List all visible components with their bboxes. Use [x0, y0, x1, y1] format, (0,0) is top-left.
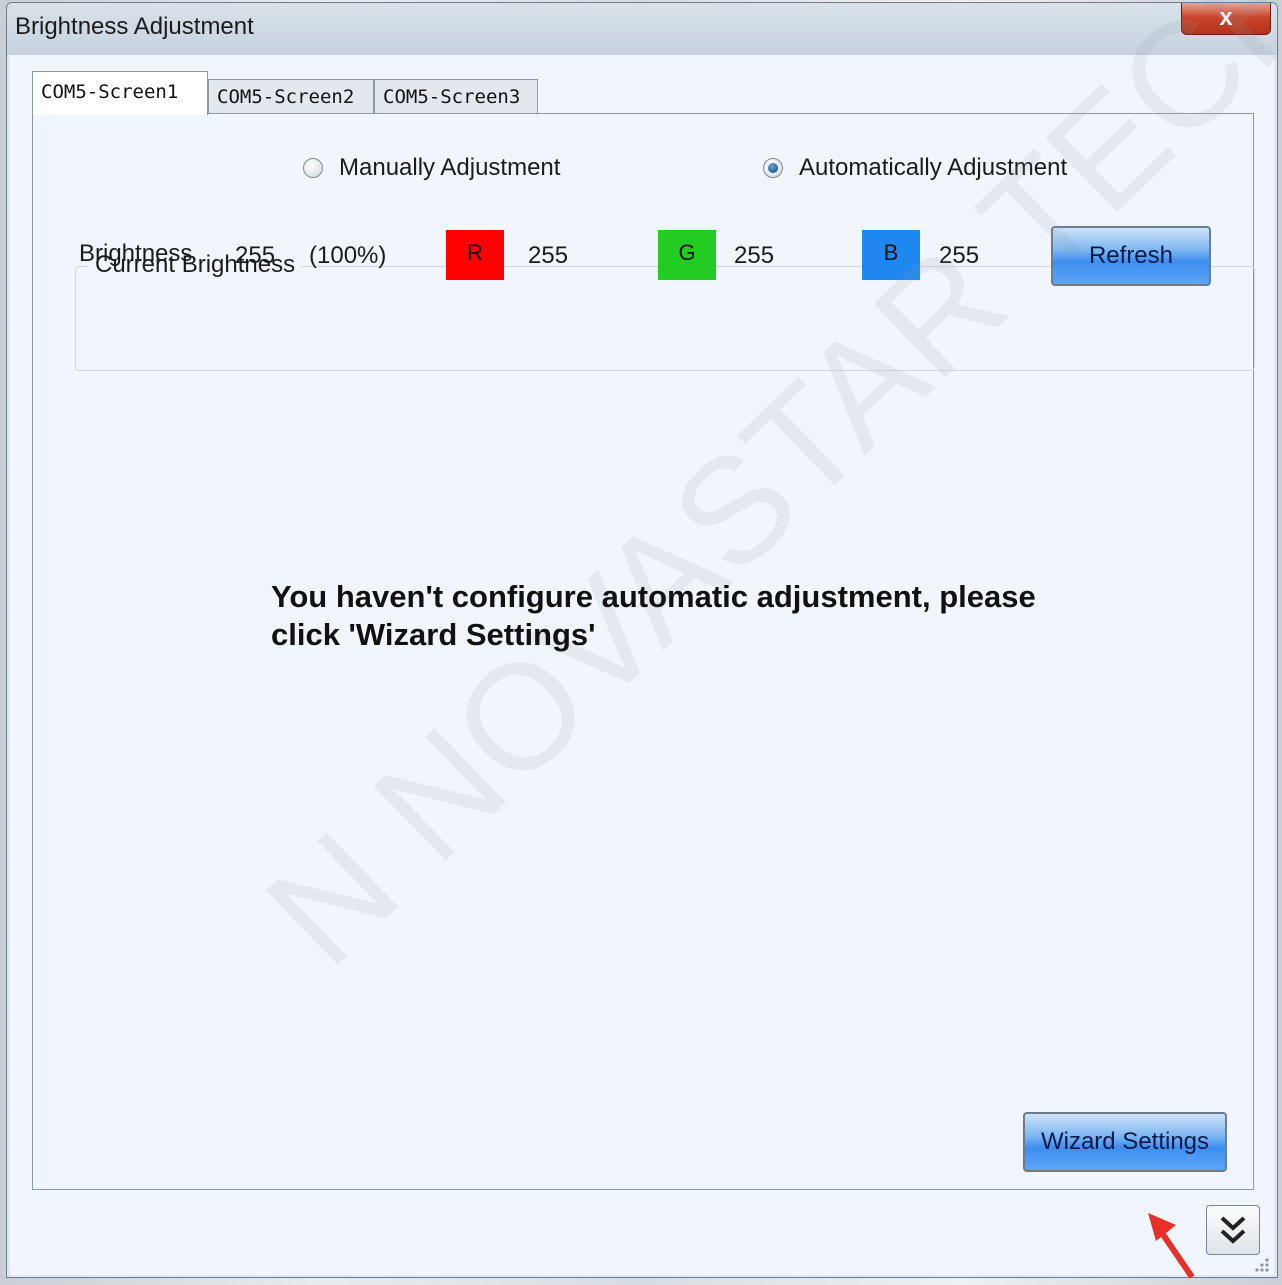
- message-line-2: click 'Wizard Settings': [271, 617, 596, 652]
- red-channel-value: 255: [528, 242, 569, 269]
- brightness-value: 255: [235, 242, 276, 269]
- message-line-1: You haven't configure automatic adjustme…: [271, 579, 1036, 614]
- tab-com5-screen3[interactable]: COM5-Screen3: [374, 79, 538, 113]
- double-chevron-down-icon: [1220, 1216, 1246, 1244]
- client-area: COM5-Screen1 COM5-Screen2 COM5-Screen3 M…: [10, 0, 1282, 1279]
- close-button[interactable]: x: [1181, 3, 1271, 35]
- tab-com5-screen2[interactable]: COM5-Screen2: [208, 79, 374, 113]
- watermark: N NOVASTAR TECH CO., L: [234, 0, 1282, 997]
- manual-adjustment-radio[interactable]: Manually Adjustment: [303, 154, 560, 182]
- refresh-button[interactable]: Refresh: [1051, 226, 1211, 286]
- configuration-message: You haven't configure automatic adjustme…: [271, 578, 1091, 654]
- green-channel-swatch: G: [658, 230, 716, 280]
- blue-channel-value: 255: [939, 242, 980, 269]
- automatic-adjustment-radio[interactable]: Automatically Adjustment: [763, 154, 1067, 182]
- brightness-label: Brightness: [79, 240, 193, 267]
- expand-toggle-button[interactable]: [1206, 1205, 1260, 1255]
- tab-com5-screen1[interactable]: COM5-Screen1: [32, 71, 208, 115]
- manual-adjustment-label: Manually Adjustment: [339, 154, 561, 181]
- title-bar: Brightness Adjustment x: [7, 3, 1277, 55]
- green-channel-value: 255: [734, 242, 775, 269]
- red-channel-swatch: R: [446, 230, 504, 280]
- blue-channel-swatch: B: [862, 230, 920, 280]
- automatic-adjustment-label: Automatically Adjustment: [799, 154, 1068, 181]
- brightness-percent: (100%): [309, 242, 387, 269]
- tab-panel: Manually Adjustment Automatically Adjust…: [32, 0, 1282, 1190]
- window-title: Brightness Adjustment: [15, 13, 254, 40]
- radio-unchecked-icon: [303, 158, 323, 178]
- wizard-settings-button[interactable]: Wizard Settings: [1023, 1112, 1227, 1172]
- resize-grip-icon[interactable]: [1252, 1255, 1270, 1273]
- radio-checked-icon: [763, 158, 783, 178]
- annotation-arrow-icon: [1148, 1213, 1195, 1279]
- brightness-adjustment-window: Brightness Adjustment x COM5-Screen1 COM…: [6, 0, 1282, 1279]
